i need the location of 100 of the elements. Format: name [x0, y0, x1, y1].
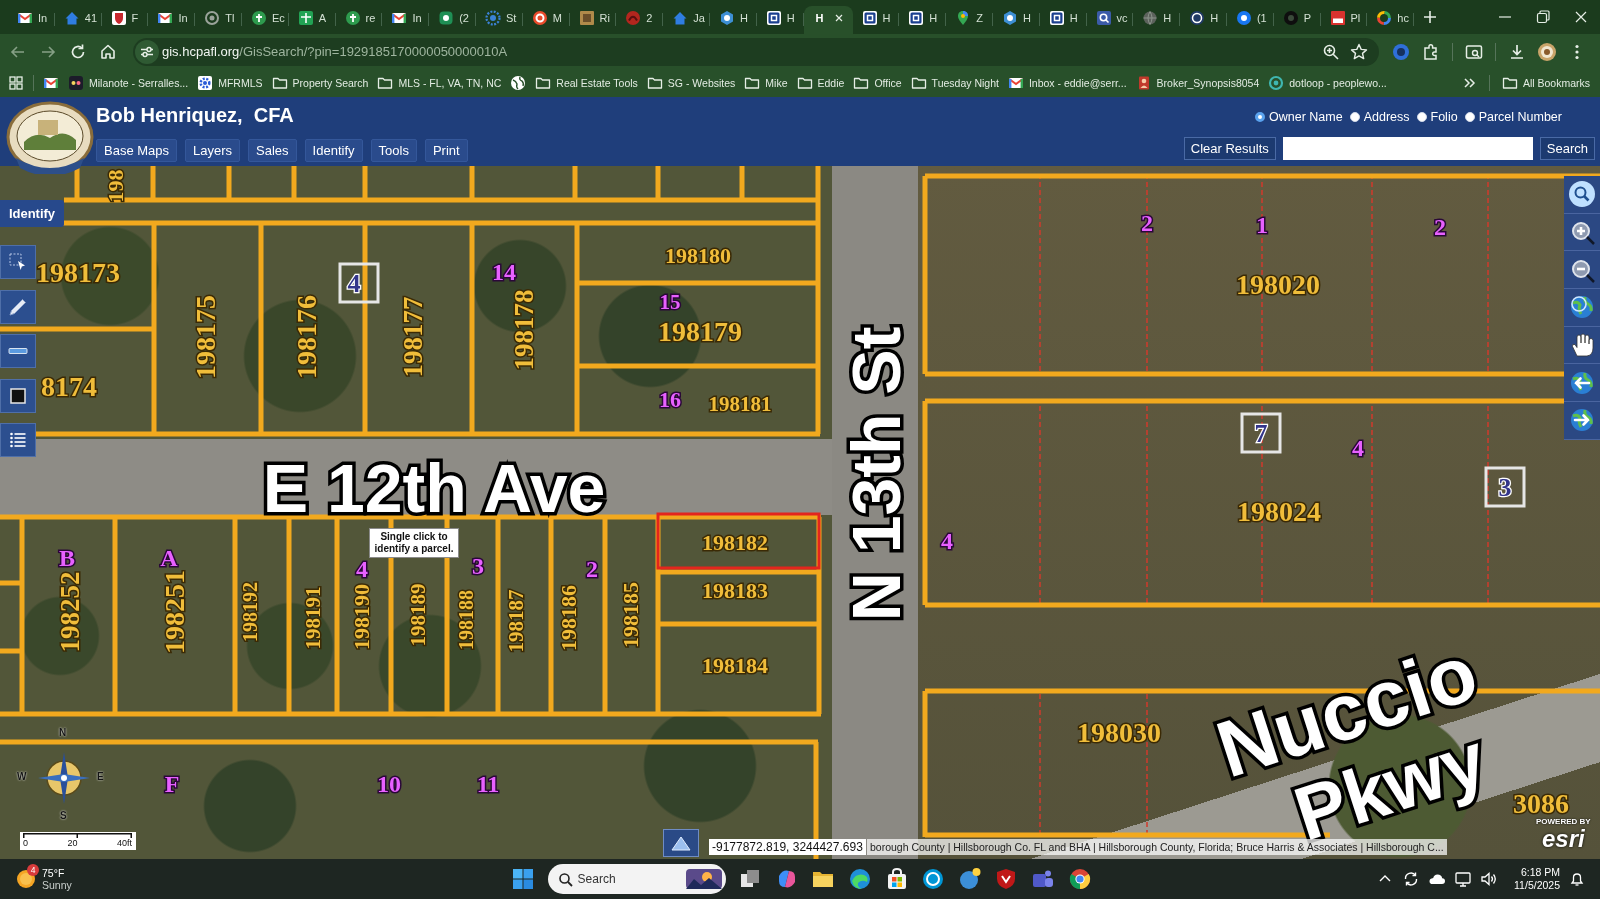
envelope-icon[interactable]: [43, 75, 59, 91]
parcel-number[interactable]: 198177: [398, 296, 428, 378]
browser-tab[interactable]: (1: [1226, 6, 1274, 34]
browser-tab[interactable]: H: [756, 6, 804, 34]
parcel-number[interactable]: 198175: [189, 295, 221, 379]
draw-tool-button[interactable]: [0, 289, 36, 324]
browser-tab[interactable]: (2: [429, 6, 476, 34]
line-tool-button[interactable]: [0, 334, 36, 368]
browser-tab[interactable]: 41: [54, 6, 102, 34]
browser-tab[interactable]: vc: [1086, 6, 1134, 34]
identify-tab[interactable]: Identify: [0, 200, 64, 227]
parcel-number[interactable]: 198183: [702, 577, 768, 603]
speaker-icon[interactable]: [1480, 870, 1499, 888]
browser-tab[interactable]: Pl: [1320, 6, 1368, 34]
nav-button[interactable]: Sales: [248, 139, 297, 162]
pan-button[interactable]: [1564, 326, 1600, 365]
browser-tab[interactable]: H: [1180, 6, 1227, 34]
browser-tab[interactable]: In: [382, 6, 430, 34]
parcel-number[interactable]: 198190: [348, 584, 374, 650]
bell-icon[interactable]: [1568, 870, 1586, 888]
site-settings-icon[interactable]: [135, 39, 159, 64]
browser-tab[interactable]: Ec: [242, 6, 289, 34]
previous-extent-button[interactable]: [1564, 364, 1600, 403]
bookmark[interactable]: dotloop - peoplewo...: [1268, 75, 1387, 91]
search-field[interactable]: [1282, 137, 1533, 160]
browser-tab[interactable]: A: [288, 6, 336, 34]
select-tool-button[interactable]: [0, 245, 36, 279]
zoom-out-button[interactable]: [1564, 251, 1600, 290]
parcel-number[interactable]: 198180: [665, 242, 731, 268]
browser-tab[interactable]: H: [992, 6, 1040, 34]
parcel-number[interactable]: 198182: [702, 529, 768, 555]
bookmark[interactable]: Inbox - eddie@serr...: [1007, 75, 1127, 91]
map-search-button[interactable]: [1564, 176, 1600, 214]
parcel-number[interactable]: 8174: [41, 370, 97, 402]
apps-grid-icon[interactable]: [8, 75, 24, 91]
parcel-number[interactable]: 198030: [1077, 716, 1161, 748]
bookmark[interactable]: Office: [853, 75, 902, 91]
browser-tab[interactable]: In: [148, 6, 196, 34]
parcel-number[interactable]: 198189: [406, 583, 430, 647]
clock-time[interactable]: 6:18 PM: [1520, 866, 1560, 879]
browser-tab[interactable]: Z: [946, 6, 993, 34]
browser-tab[interactable]: Ja: [663, 6, 710, 34]
bookmark[interactable]: MFRMLS: [197, 75, 263, 91]
parcel-number[interactable]: 198185: [617, 582, 643, 648]
parcel-number[interactable]: 198024: [1237, 495, 1321, 527]
weather-icon[interactable]: [15, 868, 37, 890]
bookmark[interactable]: Milanote - Serralles...: [68, 75, 189, 91]
bookmark[interactable]: MLS - FL, VA, TN, NC: [377, 75, 502, 91]
parcel-number[interactable]: 198251: [158, 570, 190, 654]
parcel-number[interactable]: 198192: [239, 582, 261, 642]
browser-tab[interactable]: In: [8, 6, 55, 34]
rectangle-tool-button[interactable]: [0, 378, 36, 413]
browser-tab[interactable]: H: [1039, 6, 1087, 34]
nav-button[interactable]: Print: [424, 139, 468, 162]
globe-icon[interactable]: [510, 75, 527, 91]
browser-icon[interactable]: [1067, 867, 1092, 891]
browser-tab[interactable]: Tl: [195, 6, 242, 34]
parcel-number[interactable]: 198188: [455, 590, 477, 650]
parcel-number[interactable]: 198176: [290, 295, 322, 379]
browser-tab[interactable]: H: [1133, 6, 1181, 34]
parcel-number[interactable]: 198: [102, 169, 128, 203]
bookmark[interactable]: Real Estate Tools: [535, 75, 638, 91]
zoom-in-button[interactable]: [1564, 213, 1600, 252]
clear-results-button[interactable]: Clear Results: [1183, 137, 1276, 160]
nav-button[interactable]: Tools: [370, 139, 417, 162]
parcel-number[interactable]: 198184: [702, 652, 768, 678]
monitor-icon[interactable]: [1454, 870, 1473, 888]
parcel-number[interactable]: 198178: [509, 289, 539, 371]
parcel-number[interactable]: 198186: [555, 585, 581, 651]
radio-icon[interactable]: [1464, 112, 1475, 122]
browser-tab[interactable]: M: [522, 6, 570, 34]
swirl-circle-icon[interactable]: [847, 867, 872, 891]
radio-option[interactable]: Owner Name: [1255, 110, 1343, 124]
parcel-number[interactable]: 198252: [55, 571, 85, 653]
address-bar[interactable]: gis.hcpafl.org/GisSearch/?pin=1929185170000050000010A: [133, 37, 1379, 66]
legend-button[interactable]: [0, 423, 36, 457]
browser-tab[interactable]: Ri: [569, 6, 617, 34]
parcel-number[interactable]: 198191: [301, 586, 325, 650]
parcel-number[interactable]: 198187: [504, 589, 528, 653]
radio-option[interactable]: Parcel Number: [1464, 110, 1562, 124]
bookmark[interactable]: Broker_Synopsis8054: [1135, 75, 1260, 91]
bookmark[interactable]: Mike: [744, 75, 788, 91]
browser-tab[interactable]: 2: [616, 6, 664, 34]
browser-tab[interactable]: H: [899, 6, 947, 34]
bookmark[interactable]: All Bookmarks: [1501, 75, 1590, 91]
circle-icon[interactable]: [957, 867, 982, 891]
windows-icon[interactable]: [511, 867, 535, 891]
browser-tab[interactable]: F: [101, 6, 149, 34]
browser-tab[interactable]: P: [1273, 6, 1321, 34]
browser-tab[interactable]: H: [852, 6, 900, 34]
bookmark[interactable]: Tuesday Night: [910, 75, 999, 91]
nav-button[interactable]: Base Maps: [96, 139, 178, 162]
circle-icon[interactable]: [921, 867, 946, 891]
browser-tab[interactable]: H: [709, 6, 757, 34]
full-extent-button[interactable]: [1564, 289, 1600, 327]
next-extent-button[interactable]: [1564, 402, 1600, 440]
browser-tab[interactable]: St: [475, 6, 523, 34]
parcel-number[interactable]: 3086: [1513, 787, 1569, 819]
nav-button[interactable]: Layers: [185, 139, 241, 162]
avatar-icon[interactable]: [1537, 41, 1557, 62]
